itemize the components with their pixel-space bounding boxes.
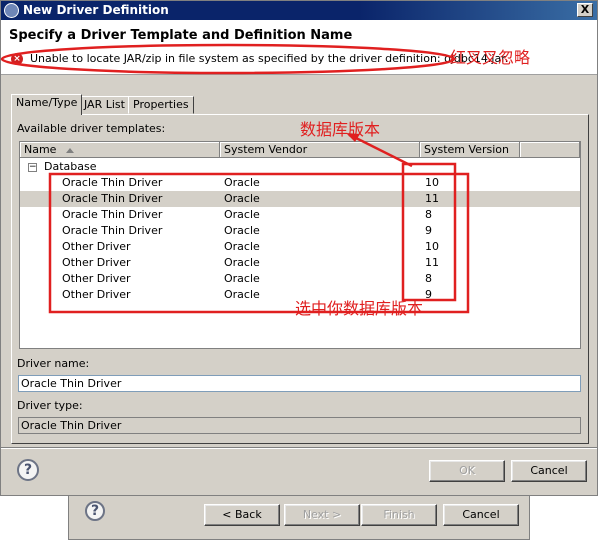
annotation-db-version: 数据库版本	[300, 120, 381, 139]
error-highlight-ellipse	[0, 43, 456, 75]
tab-name-type[interactable]: Name/Type	[11, 94, 83, 115]
rows-highlight-box	[48, 172, 470, 314]
annotation-select-version: 选中你数据库版本	[295, 299, 424, 318]
version-highlight-box	[401, 162, 457, 302]
annotation-ignore-error: 红叉叉忽略	[450, 48, 531, 67]
annotation-overlay	[0, 43, 470, 314]
annotation-arrow-line	[351, 134, 413, 168]
